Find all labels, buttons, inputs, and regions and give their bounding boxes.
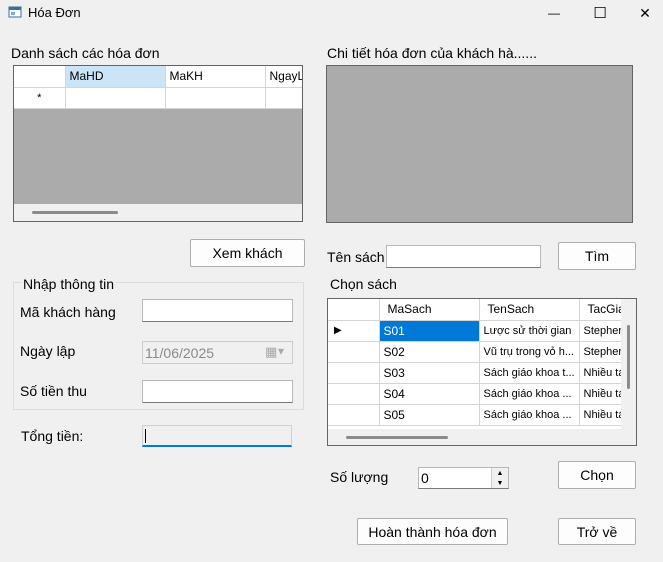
view-customer-button[interactable]: Xem khách	[190, 239, 305, 267]
table-row[interactable]: S05 Sách giáo khoa ... Nhiều tá	[328, 404, 622, 426]
maximize-icon: ☐	[593, 5, 607, 22]
date-value: 11/06/2025	[145, 345, 215, 361]
book-column-header[interactable]: TacGia	[579, 299, 622, 321]
invoice-list-label: Danh sách các hóa đơn	[11, 45, 160, 61]
title-bar: Hóa Đơn — ☐ ✕	[0, 0, 663, 28]
quantity-value: 0	[421, 470, 429, 486]
scrollbar-thumb[interactable]	[627, 325, 630, 389]
book-author-cell[interactable]: Nhiều tá	[579, 383, 622, 405]
up-arrow-icon: ▲	[496, 469, 504, 477]
text-caret	[145, 429, 146, 443]
current-row-icon: ▶	[328, 320, 380, 342]
calendar-icon[interactable]: ▦	[265, 344, 277, 360]
total-field[interactable]	[142, 425, 292, 447]
window-title: Hóa Đơn	[28, 5, 81, 20]
table-row[interactable]: S02 Vũ trụ trong vỏ h... Stepher	[328, 341, 622, 363]
book-title-cell[interactable]: Vũ trụ trong vỏ h...	[479, 341, 580, 363]
date-label: Ngày lập	[20, 343, 76, 359]
invoice-column-header[interactable]: MaKH	[165, 66, 266, 88]
app-window-icon	[8, 6, 22, 18]
book-column-header[interactable]: MaSach	[379, 299, 480, 321]
book-id-cell[interactable]: S01	[379, 320, 480, 342]
book-column-header[interactable]: TenSach	[479, 299, 580, 321]
invoice-grid-corner	[14, 66, 66, 88]
invoice-column-header[interactable]: NgayL	[265, 66, 302, 88]
book-name-input[interactable]	[386, 245, 541, 268]
book-id-cell[interactable]: S04	[379, 383, 480, 405]
book-id-cell[interactable]: S03	[379, 362, 480, 384]
book-author-cell[interactable]: Stepher	[579, 341, 622, 363]
total-label: Tổng tiền:	[21, 428, 84, 444]
details-label: Chi tiết hóa đơn của khách hà......	[327, 45, 537, 61]
invoice-cell[interactable]	[265, 87, 302, 109]
table-row[interactable]: ▶ S01 Lược sử thời gian Stepher	[328, 320, 622, 342]
row-header[interactable]	[328, 404, 380, 426]
book-title-cell[interactable]: Sách giáo khoa ...	[479, 383, 580, 405]
maximize-button[interactable]: ☐	[577, 0, 623, 26]
invoice-grid[interactable]: MaHD MaKH NgayL *	[13, 65, 303, 222]
book-title-cell[interactable]: Sách giáo khoa t...	[479, 362, 580, 384]
book-title-cell[interactable]: Sách giáo khoa ...	[479, 404, 580, 426]
table-row[interactable]: S04 Sách giáo khoa ... Nhiều tá	[328, 383, 622, 405]
customer-code-label: Mã khách hàng	[20, 304, 116, 320]
invoice-detail-grid[interactable]	[326, 65, 633, 223]
invoice-column-header[interactable]: MaHD	[65, 66, 166, 88]
minimize-button[interactable]: —	[531, 0, 577, 26]
chevron-down-icon[interactable]: ▾	[278, 344, 284, 358]
minimize-icon: —	[548, 6, 560, 20]
book-title-cell[interactable]: Lược sử thời gian	[479, 320, 580, 342]
book-author-cell[interactable]: Nhiều tá	[579, 362, 622, 384]
book-grid-corner	[328, 299, 380, 321]
row-header[interactable]	[328, 341, 380, 363]
book-author-cell[interactable]: Nhiều tá	[579, 404, 622, 426]
book-grid-vscrollbar[interactable]	[621, 299, 636, 429]
book-id-cell[interactable]: S02	[379, 341, 480, 363]
choose-button[interactable]: Chọn	[558, 461, 636, 489]
choose-book-label: Chọn sách	[330, 276, 397, 292]
row-header[interactable]	[328, 362, 380, 384]
quantity-stepper[interactable]: 0 ▲ ▼	[418, 467, 509, 489]
quantity-label: Số lượng	[330, 469, 389, 485]
date-picker[interactable]: 11/06/2025 ▦ ▾	[142, 341, 293, 364]
close-button[interactable]: ✕	[622, 0, 663, 26]
new-row-marker: *	[14, 87, 66, 109]
stepper-down-button[interactable]: ▼	[491, 478, 508, 488]
table-row[interactable]: S03 Sách giáo khoa t... Nhiều tá	[328, 362, 622, 384]
amount-paid-input[interactable]	[142, 380, 293, 403]
book-author-cell[interactable]: Stepher	[579, 320, 622, 342]
row-header[interactable]	[328, 383, 380, 405]
invoice-cell[interactable]	[165, 87, 266, 109]
amount-paid-label: Số tiền thu	[20, 383, 87, 399]
down-arrow-icon: ▼	[496, 479, 504, 487]
invoice-cell[interactable]	[65, 87, 166, 109]
search-button[interactable]: Tìm	[558, 242, 636, 270]
complete-invoice-button[interactable]: Hoàn thành hóa đơn	[357, 518, 508, 545]
book-grid-hscrollbar[interactable]	[328, 429, 636, 445]
book-id-cell[interactable]: S05	[379, 404, 480, 426]
input-group-title: Nhập thông tin	[21, 276, 117, 292]
book-grid[interactable]: MaSach TenSach TacGia ▶ S01 Lược sử thời…	[327, 298, 637, 446]
customer-code-input[interactable]	[142, 299, 293, 322]
close-icon: ✕	[639, 4, 651, 21]
back-button[interactable]: Trở về	[558, 518, 636, 545]
scrollbar-thumb[interactable]	[346, 436, 448, 439]
scrollbar-thumb[interactable]	[32, 211, 118, 214]
stepper-up-button[interactable]: ▲	[491, 468, 508, 478]
invoice-grid-hscrollbar[interactable]	[14, 204, 302, 221]
book-name-label: Tên sách	[327, 249, 385, 265]
